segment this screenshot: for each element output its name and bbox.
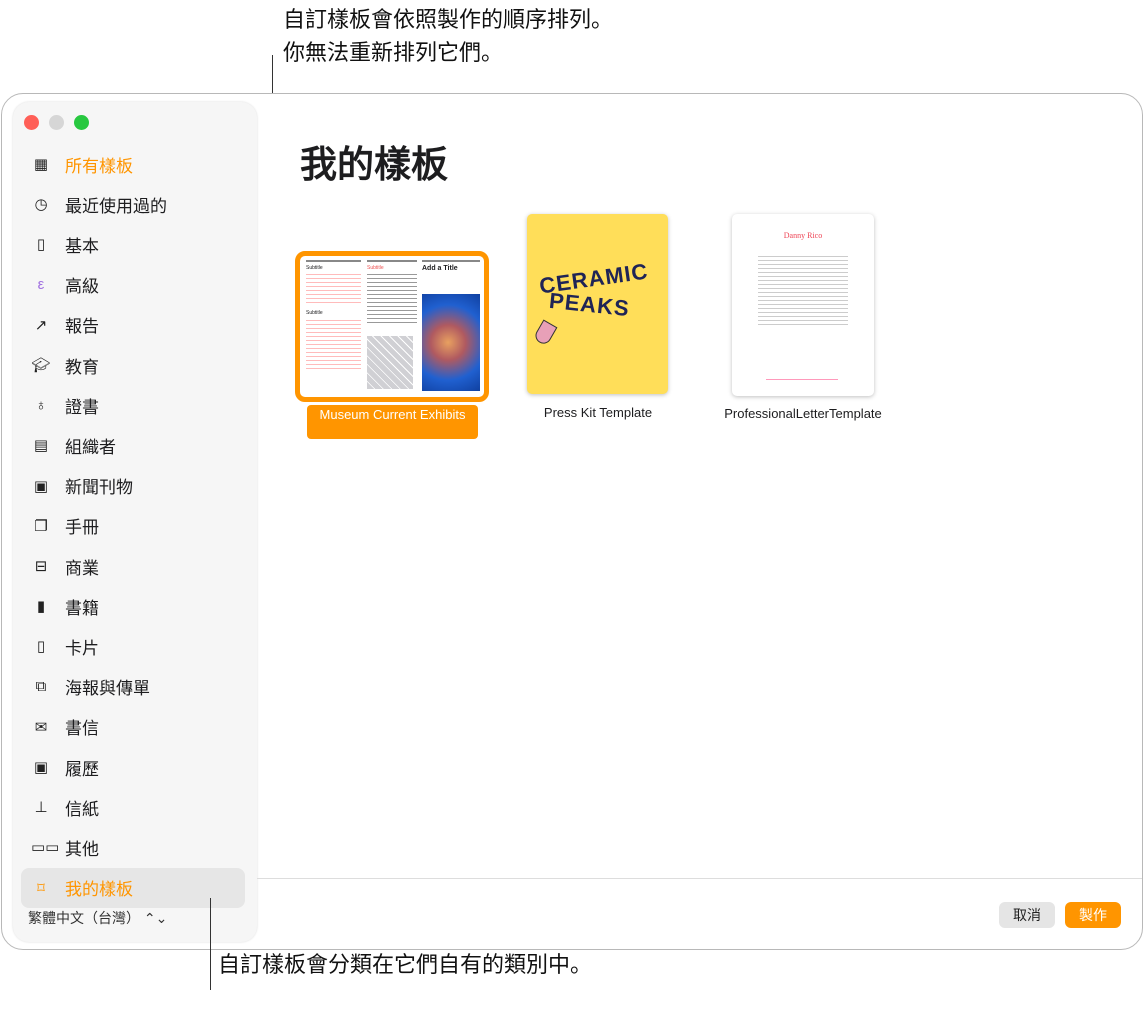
sidebar-item[interactable]: ◷ 最近使用過的 [21, 184, 245, 224]
sidebar-item-label: 履歷 [65, 755, 99, 780]
sidebar-item-label: 新聞刊物 [65, 473, 133, 498]
sidebar-item[interactable]: 🎓︎ 教育 [21, 345, 245, 385]
sidebar-item[interactable]: ▤ 組織者 [21, 425, 245, 465]
template-thumbnail[interactable]: Danny Rico [732, 214, 874, 396]
clock-icon: ◷ [31, 195, 51, 213]
art-text: PEAKS [548, 288, 631, 322]
language-selector[interactable]: 繁體中文（台灣） ⌃⌄ [28, 908, 167, 928]
bookmark-icon: ⌑ [31, 879, 51, 897]
minimize-button[interactable] [49, 115, 64, 130]
card-icon: ▯ [31, 637, 51, 655]
thumb-subtitle: Subtitle [306, 265, 323, 271]
sidebar-item-label: 我的樣板 [65, 875, 133, 900]
premium-icon: ε [31, 276, 51, 293]
sidebar-item[interactable]: ↗ 報告 [21, 305, 245, 345]
cancel-button[interactable]: 取消 [999, 902, 1055, 928]
resume-icon: ▣ [31, 758, 51, 776]
sidebar-item-label: 手冊 [65, 513, 99, 538]
callout-top-line1: 自訂樣板會依照製作的順序排列。 [283, 3, 613, 36]
callout-line [210, 898, 211, 990]
sidebar-item-label: 海報與傳單 [65, 674, 150, 699]
template-name-selected: Museum Current Exhibits [307, 405, 478, 439]
template-thumbnail[interactable]: Subtitle Subtitle Subtitle Add a Title [295, 251, 489, 402]
sidebar-item-label: 基本 [65, 232, 99, 257]
sidebar-item[interactable]: ▣ 新聞刊物 [21, 466, 245, 506]
sidebar-item[interactable]: ▭▭ 其他 [21, 827, 245, 867]
brochure-icon: ❐ [31, 517, 51, 535]
sidebar-item-label: 組織者 [65, 433, 116, 458]
sidebar-item-label: 其他 [65, 835, 99, 860]
sidebar-item[interactable]: ⌑ 我的樣板 [21, 868, 245, 908]
sidebar-item-label: 商業 [65, 554, 99, 579]
grid-icon: ▦ [31, 155, 51, 173]
template-name: ProfessionalLetterTemplate [720, 405, 886, 422]
language-label: 繁體中文（台灣） [28, 910, 140, 926]
book-icon: ▮ [31, 597, 51, 615]
callout-top-line2: 你無法重新排列它們。 [283, 36, 613, 69]
sidebar-item-label: 證書 [65, 393, 99, 418]
jellyfish-photo [422, 294, 480, 391]
sidebar-item[interactable]: ε 高級 [21, 265, 245, 305]
sidebar-item-label: 書籍 [65, 594, 99, 619]
create-button[interactable]: 製作 [1065, 902, 1121, 928]
sidebar-item[interactable]: ⊟ 商業 [21, 546, 245, 586]
sidebar-item[interactable]: ▦ 所有樣板 [21, 144, 245, 184]
zoom-button[interactable] [74, 115, 89, 130]
thumb-subtitle: Subtitle [306, 310, 323, 316]
sidebar: ▦ 所有樣板 ◷ 最近使用過的 ▯ 基本 ε 高級 ↗ 報告 🎓︎ 教育 ♁ 證書 ▤ 組織者 ▣ 新聞刊物 ❐ 手冊… [13, 102, 257, 942]
close-button[interactable] [24, 115, 39, 130]
footer-divider [257, 878, 1142, 879]
newspaper-icon: ▣ [31, 477, 51, 495]
briefcase-icon: ⊟ [31, 557, 51, 575]
letterhead-name: Danny Rico [732, 231, 874, 240]
sidebar-item-label: 最近使用過的 [65, 192, 167, 217]
sidebar-item-label: 所有樣板 [65, 152, 133, 177]
other-icon: ▭▭ [31, 838, 51, 856]
sidebar-item-label: 高級 [65, 272, 99, 297]
shooting-star-icon [533, 319, 558, 346]
sidebar-item-label: 書信 [65, 714, 99, 739]
ribbon-icon: ♁ [31, 397, 51, 414]
sidebar-item[interactable]: ❐ 手冊 [21, 506, 245, 546]
window-controls [24, 115, 89, 130]
template-thumbnail[interactable]: CERAMIC PEAKS [527, 214, 668, 394]
sidebar-item[interactable]: ▯ 卡片 [21, 626, 245, 666]
sidebar-item[interactable]: ▯ 基本 [21, 224, 245, 264]
calendar-icon: ▤ [31, 436, 51, 454]
sidebar-item[interactable]: ♁ 證書 [21, 385, 245, 425]
document-icon: ▯ [31, 235, 51, 253]
letter-icon: ✉ [31, 718, 51, 736]
sidebar-item[interactable]: ⊥ 信紙 [21, 787, 245, 827]
page-title: 我的樣板 [300, 134, 448, 188]
template-chooser-window: ▦ 所有樣板 ◷ 最近使用過的 ▯ 基本 ε 高級 ↗ 報告 🎓︎ 教育 ♁ 證書 ▤ 組織者 ▣ 新聞刊物 ❐ 手冊… [1, 93, 1143, 950]
callout-bottom: 自訂樣板會分類在它們自有的類別中。 [218, 948, 592, 981]
graduation-cap-icon: 🎓︎ [31, 356, 51, 374]
template-name: Press Kit Template [522, 405, 674, 420]
callout-top: 自訂樣板會依照製作的順序排列。 你無法重新排列它們。 [283, 3, 613, 69]
chart-trend-icon: ↗ [31, 316, 51, 334]
poster-icon: ⧉ [31, 678, 51, 695]
stamp-icon: ⊥ [31, 798, 51, 816]
sidebar-item-label: 卡片 [65, 634, 99, 659]
sidebar-item[interactable]: ⧉ 海報與傳單 [21, 667, 245, 707]
thumb-heading: Add a Title [422, 265, 458, 272]
sidebar-item-label: 報告 [65, 312, 99, 337]
sidebar-item-label: 教育 [65, 353, 99, 378]
sidebar-item[interactable]: ✉ 書信 [21, 707, 245, 747]
sidebar-item-label: 信紙 [65, 795, 99, 820]
thumb-subtitle: Subtitle [367, 265, 384, 271]
sidebar-item[interactable]: ▮ 書籍 [21, 586, 245, 626]
sidebar-item[interactable]: ▣ 履歷 [21, 747, 245, 787]
